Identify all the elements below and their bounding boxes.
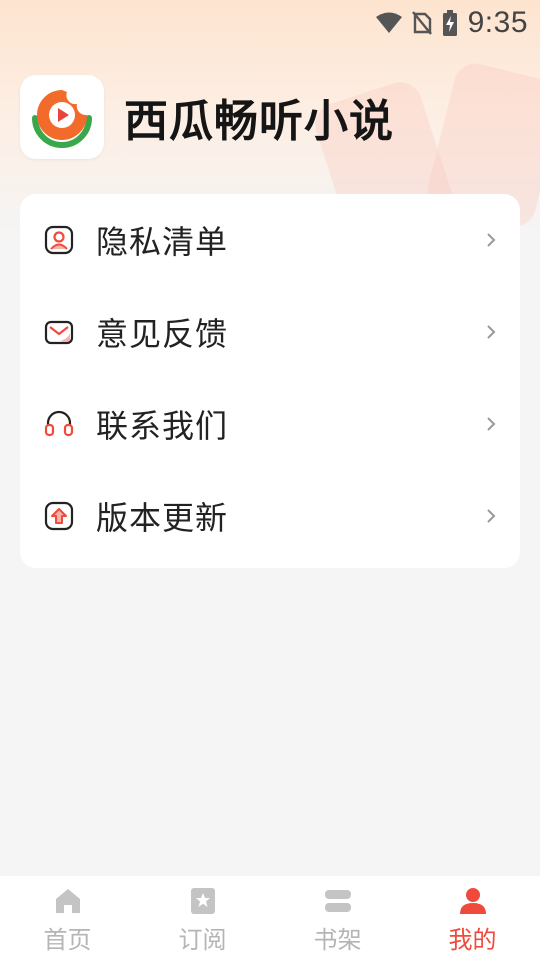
app-title: 西瓜畅听小说 [124,96,394,147]
battery-charging-icon [442,10,458,36]
privacy-icon [44,225,74,255]
nav-tab-mine[interactable]: 我的 [405,876,540,960]
bookshelf-icon [323,886,353,916]
nav-label: 订阅 [178,926,227,954]
menu-item-feedback[interactable]: 意见反馈 [20,286,520,378]
menu-item-privacy-list[interactable]: 隐私清单 [20,194,520,286]
chevron-right-icon [484,322,498,342]
chevron-right-icon [484,506,498,526]
user-icon [458,886,488,916]
update-icon [44,501,74,531]
app-header: 西瓜畅听小说 [20,74,394,160]
bookmark-star-icon [188,886,218,916]
nav-label: 书架 [313,926,362,954]
status-bar: 9:35 [0,0,540,46]
nav-tab-subscribe[interactable]: 订阅 [135,876,270,960]
nav-tab-bookshelf[interactable]: 书架 [270,876,405,960]
settings-menu-card: 隐私清单 意见反馈 联系我们 版本更新 [20,194,520,568]
bottom-navigation: 首页 订阅 书架 我的 [0,876,540,960]
wifi-icon [375,12,402,34]
menu-item-label: 隐私清单 [96,223,229,261]
watermelon-play-logo [32,90,92,148]
menu-item-label: 联系我们 [96,407,229,445]
app-logo [20,75,104,159]
status-time: 9:35 [467,6,528,39]
menu-item-label: 意见反馈 [96,315,229,353]
mail-icon [44,317,74,347]
no-sim-icon [411,11,432,35]
headset-icon [44,409,74,439]
nav-tab-home[interactable]: 首页 [0,876,135,960]
menu-item-label: 版本更新 [96,499,229,537]
nav-label: 首页 [43,926,92,954]
chevron-right-icon [484,414,498,434]
menu-item-version-update[interactable]: 版本更新 [20,470,520,562]
menu-item-contact-us[interactable]: 联系我们 [20,378,520,470]
home-icon [53,886,83,916]
chevron-right-icon [484,230,498,250]
nav-label: 我的 [448,926,497,954]
